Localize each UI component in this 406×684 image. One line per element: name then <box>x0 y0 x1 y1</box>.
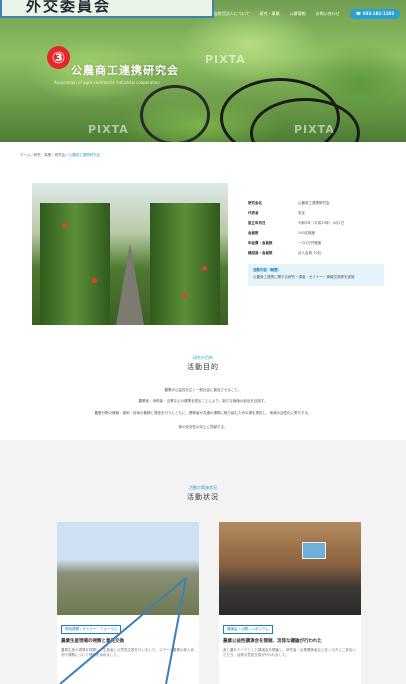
info-value: 未定 <box>298 210 305 215</box>
irrigation-pipe <box>140 85 210 142</box>
info-row: 年会費・会員数 一口1万円程度 <box>248 238 388 248</box>
info-row: 会員数 100名程度 <box>248 228 388 238</box>
info-value: 一口1万円程度 <box>298 240 322 245</box>
activity-title: 活動状況 <box>187 493 219 501</box>
card-title: 農業公益性講演会を開催、活発な議論が行われた <box>223 639 322 644</box>
summary-title: 活動内容（概要） <box>253 268 281 272</box>
summary-desc: 公農商工連携に関する研究・調査・セミナー・情報交換等を実施 <box>253 275 355 279</box>
info-key: 会員数 <box>248 230 259 235</box>
info-key: 設立年月日 <box>248 220 266 225</box>
card-desc: 農業生産の現場を視察し、生産者との意見交換を行いました。スマート農業の導入状況や… <box>61 648 194 657</box>
callout-label: 外交委員会 <box>0 0 214 18</box>
breadcrumb-current: 公農商工連携研究会 <box>68 153 101 157</box>
hero-banner: PIXTA PIXTA PIXTA 公益財団法人について 研究・事業 公募情報 … <box>0 0 406 142</box>
nav-item-about[interactable]: 公益財団法人について <box>210 11 250 17</box>
callout-text: 外交委員会 <box>26 0 112 15</box>
plant-row <box>150 203 220 325</box>
top-nav: 公益財団法人について 研究・事業 公募情報 お問い合わせ ☎ 033-182-1… <box>210 8 400 20</box>
activity-summary-box: 活動内容（概要） 公農商工連携に関する研究・調査・セミナー・情報交換等を実施 <box>248 264 384 286</box>
watermark: PIXTA <box>205 53 246 66</box>
purpose-line: 農業の公益性を広く一般社会に普及させること。 <box>164 388 242 392</box>
tomato <box>92 278 97 283</box>
tomato <box>202 266 207 271</box>
plant-row <box>40 203 110 325</box>
info-row: 代表者 未定 <box>248 208 388 218</box>
activity-card[interactable]: 現地視察 / セミナー・フォーラム 農業生産現場の視察と意見交換 農業生産の現場… <box>57 522 199 684</box>
number-badge: ③ <box>47 46 70 69</box>
watermark: PIXTA <box>88 123 129 136</box>
watermark: PIXTA <box>294 123 335 136</box>
activity-card[interactable]: 講演会 / 公開シンポジウム 農業公益性講演会を開催、活発な議論が行われた 食と… <box>219 522 361 684</box>
nav-item-recruit[interactable]: 公募情報 <box>290 11 306 17</box>
nav-item-research[interactable]: 研究・事業 <box>260 11 280 17</box>
tomato <box>62 223 67 228</box>
info-value: 公農商工連携研究会 <box>298 200 330 205</box>
info-key: 構成員・会員数 <box>248 250 273 255</box>
card-tag: 講演会 / 公開シンポジウム <box>223 625 273 634</box>
purpose-line: 農業分野の情報・事例・技術の集積と発信を行うとともに、関係者が共通の課題に取り組… <box>94 411 312 415</box>
page-title: 公農商工連携研究会 <box>71 64 179 77</box>
activity-kicker: 活動の実施状況 <box>189 485 217 490</box>
greenhouse-photo <box>32 183 228 325</box>
purpose-line: 農業者・消費者・企業などの連携を図ることにより、新たな価値の創出を目指す。 <box>138 399 268 403</box>
card-title: 農業生産現場の視察と意見交換 <box>61 639 124 644</box>
field-visit-photo <box>57 522 199 615</box>
page-subtitle: Association of agro-commerce industrial … <box>54 80 160 85</box>
purpose-kicker: 研究の目的 <box>193 355 213 360</box>
aisle <box>116 243 144 325</box>
phone-button[interactable]: ☎ 033-182-1193 <box>349 9 400 19</box>
card-tag: 現地視察 / セミナー・フォーラム <box>61 625 122 634</box>
info-key: 年会費・会員数 <box>248 240 273 245</box>
info-key: 研究会名 <box>248 200 262 205</box>
phone-number: 033-182-1193 <box>362 11 394 16</box>
info-row: 構成員・会員数 法人会員 70社 <box>248 248 388 258</box>
card-desc: 食と農をテーマとした講演会を開催し、研究者・企業関係者など多くの方にご参加いただ… <box>223 648 356 657</box>
info-value: 令和5年（平成29年）4月1日 <box>298 220 345 225</box>
breadcrumb: ホーム / 研究・事業 / 研究会 / 公農商工連携研究会 <box>20 153 100 158</box>
tomato <box>182 293 187 298</box>
info-table: 研究会名 公農商工連携研究会 代表者 未定 設立年月日 令和5年（平成29年）4月1日… <box>248 198 388 258</box>
info-row: 研究会名 公農商工連携研究会 <box>248 198 388 208</box>
breadcrumb-path[interactable]: ホーム / 研究・事業 / 研究会 / <box>20 153 69 157</box>
purpose-line: 食の安全性の向上に貢献する。 <box>178 425 228 429</box>
purpose-title: 活動目的 <box>187 363 219 371</box>
info-row: 設立年月日 令和5年（平成29年）4月1日 <box>248 218 388 228</box>
projector-screen <box>302 542 326 559</box>
info-value: 法人会員 70社 <box>298 250 322 255</box>
info-key: 代表者 <box>248 210 259 215</box>
info-value: 100名程度 <box>298 230 316 235</box>
nav-item-contact[interactable]: お問い合わせ <box>316 11 340 17</box>
conference-photo <box>219 522 361 615</box>
